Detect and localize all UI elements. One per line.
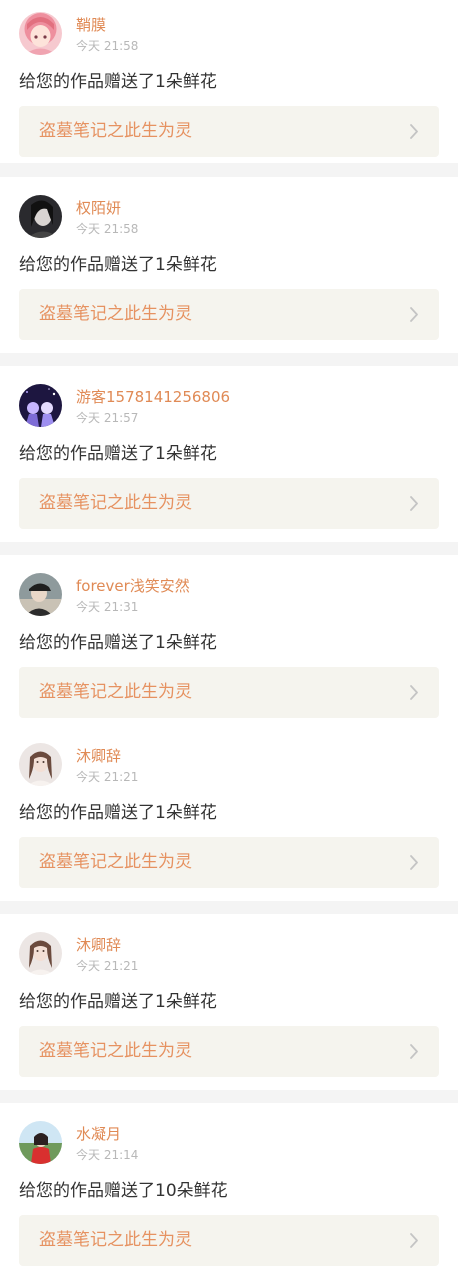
user-avatar[interactable] (19, 195, 62, 238)
gift-message: 给您的作品赠送了1朵鲜花 (19, 992, 217, 1012)
notification-card: 鞘膜今天 21:58 给您的作品赠送了1朵鲜花 盗墓笔记之此生为灵 (0, 0, 458, 163)
work-title: 盗墓笔记之此生为灵 (39, 1230, 192, 1250)
user-avatar[interactable] (19, 743, 62, 786)
gift-message: 给您的作品赠送了1朵鲜花 (19, 255, 217, 275)
chevron-right-icon (409, 1043, 419, 1060)
username[interactable]: 鞘膜 (76, 16, 106, 34)
work-link-button[interactable]: 盗墓笔记之此生为灵 (19, 478, 439, 529)
outdoor-girl-red-avatar (19, 1121, 62, 1164)
timestamp: 今天 21:31 (76, 600, 139, 614)
user-avatar[interactable] (19, 1121, 62, 1164)
user-avatar[interactable] (19, 12, 62, 55)
username[interactable]: 水凝月 (76, 1125, 121, 1143)
gift-message: 给您的作品赠送了1朵鲜花 (19, 803, 217, 823)
timestamp: 今天 21:21 (76, 959, 139, 973)
gift-message: 给您的作品赠送了10朵鲜花 (19, 1181, 228, 1201)
work-title: 盗墓笔记之此生为灵 (39, 121, 192, 141)
notification-card: forever浅笑安然今天 21:31 给您的作品赠送了1朵鲜花 盗墓笔记之此生为灵 (0, 555, 458, 725)
notification-card: 权陌妍今天 21:58 给您的作品赠送了1朵鲜花 盗墓笔记之此生为灵 (0, 177, 458, 353)
work-link-button[interactable]: 盗墓笔记之此生为灵 (19, 667, 439, 718)
work-link-button[interactable]: 盗墓笔记之此生为灵 (19, 106, 439, 157)
work-link-button[interactable]: 盗墓笔记之此生为灵 (19, 289, 439, 340)
user-avatar[interactable] (19, 573, 62, 616)
anime-girl-pink-avatar (19, 12, 62, 55)
username[interactable]: 沐卿辞 (76, 936, 121, 954)
chevron-right-icon (409, 854, 419, 871)
work-title: 盗墓笔记之此生为灵 (39, 852, 192, 872)
chevron-right-icon (409, 684, 419, 701)
gift-message: 给您的作品赠送了1朵鲜花 (19, 633, 217, 653)
work-link-button[interactable]: 盗墓笔记之此生为灵 (19, 837, 439, 888)
night-couple-avatar (19, 384, 62, 427)
gift-message: 给您的作品赠送了1朵鲜花 (19, 72, 217, 92)
work-title: 盗墓笔记之此生为灵 (39, 1041, 192, 1061)
chevron-right-icon (409, 123, 419, 140)
timestamp: 今天 21:58 (76, 39, 139, 53)
work-title: 盗墓笔记之此生为灵 (39, 304, 192, 324)
photo-person-cap-avatar (19, 573, 62, 616)
username[interactable]: forever浅笑安然 (76, 577, 190, 595)
notification-card: 游客1578141256806 今天 21:57 给您的作品赠送了1朵鲜花 盗墓笔记之… (0, 366, 458, 542)
gift-message: 给您的作品赠送了1朵鲜花 (19, 444, 217, 464)
notification-card: 水凝月今天 21:14 给您的作品赠送了10朵鲜花盗墓笔记之此生为灵 (0, 1103, 458, 1280)
timestamp: 今天 21:14 (76, 1148, 139, 1162)
timestamp: 今天 21:57 (76, 411, 139, 425)
user-avatar[interactable] (19, 932, 62, 975)
username[interactable]: 游客1578141256806 (76, 388, 230, 406)
user-avatar[interactable] (19, 384, 62, 427)
timestamp: 今天 21:58 (76, 222, 139, 236)
work-title: 盗墓笔记之此生为灵 (39, 682, 192, 702)
notification-card: 沐卿辞今天 21:21 给您的作品赠送了1朵鲜花 盗墓笔记之此生为灵 (0, 914, 458, 1090)
girl-portrait-avatar (19, 743, 62, 786)
chevron-right-icon (409, 1232, 419, 1249)
work-title: 盗墓笔记之此生为灵 (39, 493, 192, 513)
dark-portrait-avatar (19, 195, 62, 238)
work-link-button[interactable]: 盗墓笔记之此生为灵 (19, 1215, 439, 1266)
work-link-button[interactable]: 盗墓笔记之此生为灵 (19, 1026, 439, 1077)
notification-feed: 鞘膜 今天 21:58 给您的作品赠送了1朵鲜花 盗墓笔记之此生为灵 权陌妍 今天 21:… (0, 0, 458, 1280)
chevron-right-icon (409, 495, 419, 512)
notification-card: 沐卿辞今天 21:21 给您的作品赠送了1朵鲜花 盗墓笔记之此生为灵 (0, 725, 458, 901)
username[interactable]: 沐卿辞 (76, 747, 121, 765)
username[interactable]: 权陌妍 (76, 199, 121, 217)
timestamp: 今天 21:21 (76, 770, 139, 784)
girl-portrait-avatar (19, 932, 62, 975)
chevron-right-icon (409, 306, 419, 323)
